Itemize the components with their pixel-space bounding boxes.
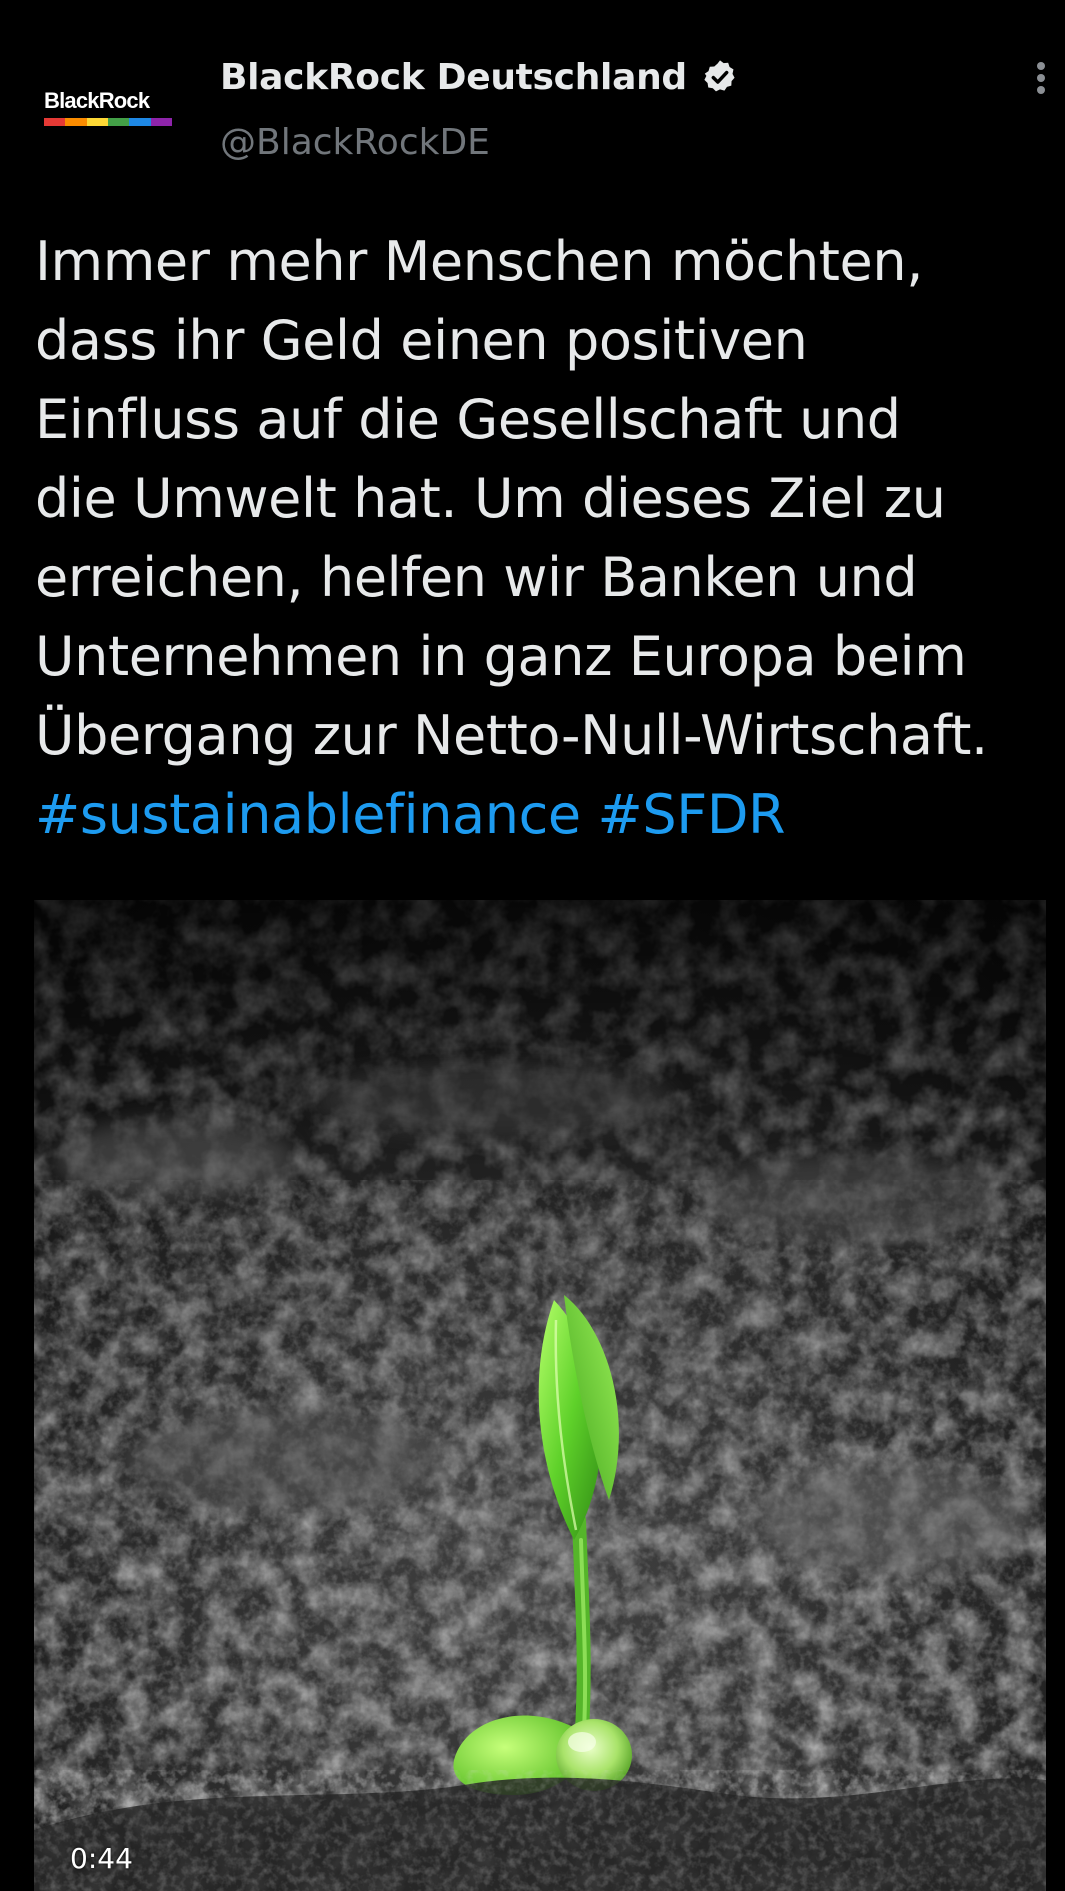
tweet-text-line: Immer mehr Menschen möchten,	[35, 230, 923, 293]
more-options-button[interactable]	[1025, 52, 1057, 104]
tweet-detail-page: BlackRock BlackRock Deutschland @BlackRo…	[0, 0, 1065, 1891]
stripe-purple	[150, 118, 172, 126]
author-handle[interactable]: @BlackRockDE	[220, 122, 490, 163]
verified-badge-icon	[701, 58, 739, 96]
more-vertical-icon	[1037, 62, 1045, 94]
hashtag-link-sfdr[interactable]: #SFDR	[597, 783, 785, 846]
stripe-red	[44, 118, 66, 126]
tweet-text-line: Übergang zur Netto-Null-Wirtschaft.	[35, 704, 988, 767]
author-avatar[interactable]: BlackRock	[28, 52, 188, 156]
stripe-green	[107, 118, 130, 126]
tweet-text-line: Einfluss auf die Gesellschaft und	[35, 388, 901, 451]
stripe-blue	[129, 118, 151, 126]
author-display-name[interactable]: BlackRock Deutschland	[220, 57, 687, 98]
video-duration-badge: 0:44	[70, 1842, 133, 1875]
stripe-orange	[65, 118, 87, 126]
tweet-text-line: die Umwelt hat. Um dieses Ziel zu	[35, 467, 946, 530]
video-thumbnail-seedling	[34, 900, 1046, 1891]
tweet-text-line: erreichen, helfen wir Banken und	[35, 546, 918, 609]
tweet-text-line: Unternehmen in ganz Europa beim	[35, 625, 967, 688]
avatar-wordmark: BlackRock	[44, 88, 150, 113]
tweet-text-line: dass ihr Geld einen positiven	[35, 309, 808, 372]
avatar-rainbow-stripe	[44, 118, 172, 126]
tweet-text: Immer mehr Menschen möchten, dass ihr Ge…	[35, 222, 1045, 854]
stripe-yellow	[86, 118, 108, 126]
author-name-row[interactable]: BlackRock Deutschland	[220, 54, 739, 100]
video-player[interactable]	[34, 900, 1046, 1891]
hashtag-line: #sustainablefinance #SFDR	[35, 775, 1045, 854]
hashtag-link-sustainablefinance[interactable]: #sustainablefinance	[35, 783, 581, 846]
